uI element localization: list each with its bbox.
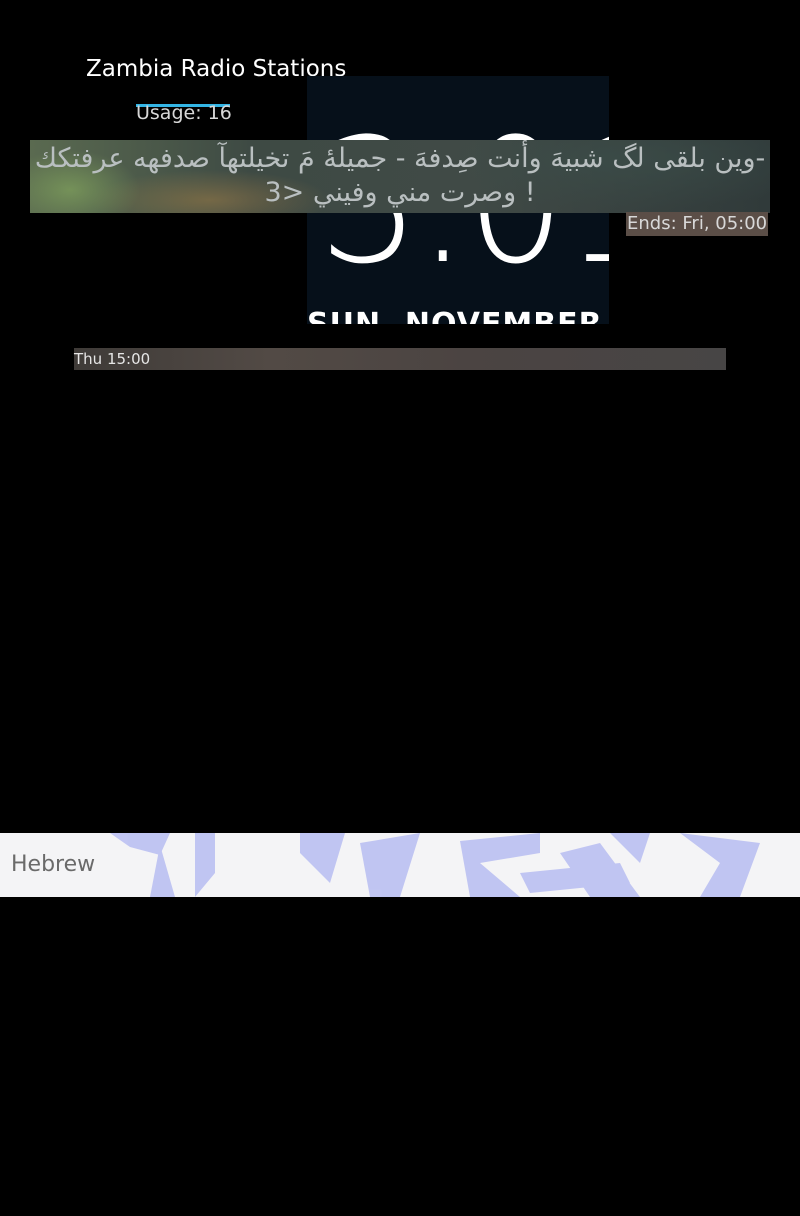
- language-row[interactable]: Hebrew: [0, 833, 800, 897]
- usage-count: Usage: 16: [136, 102, 232, 124]
- watermark-logo-icon: [110, 833, 760, 897]
- status-text: -وين بلقى لگ شبيهَ وأنت صِدفهَ - جميلهٔ …: [34, 143, 766, 208]
- ends-label: Ends: Fri, 05:00: [626, 212, 769, 236]
- language-label: Hebrew: [11, 852, 96, 877]
- status-banner[interactable]: -وين بلقى لگ شبيهَ وأنت صِدفهَ - جميلهٔ …: [30, 140, 770, 213]
- time-bar[interactable]: Thu 15:00: [74, 348, 726, 370]
- time-bar-label: Thu 15:00: [74, 350, 151, 368]
- clock-date: SUN, NOVEMBER 10: [307, 310, 609, 325]
